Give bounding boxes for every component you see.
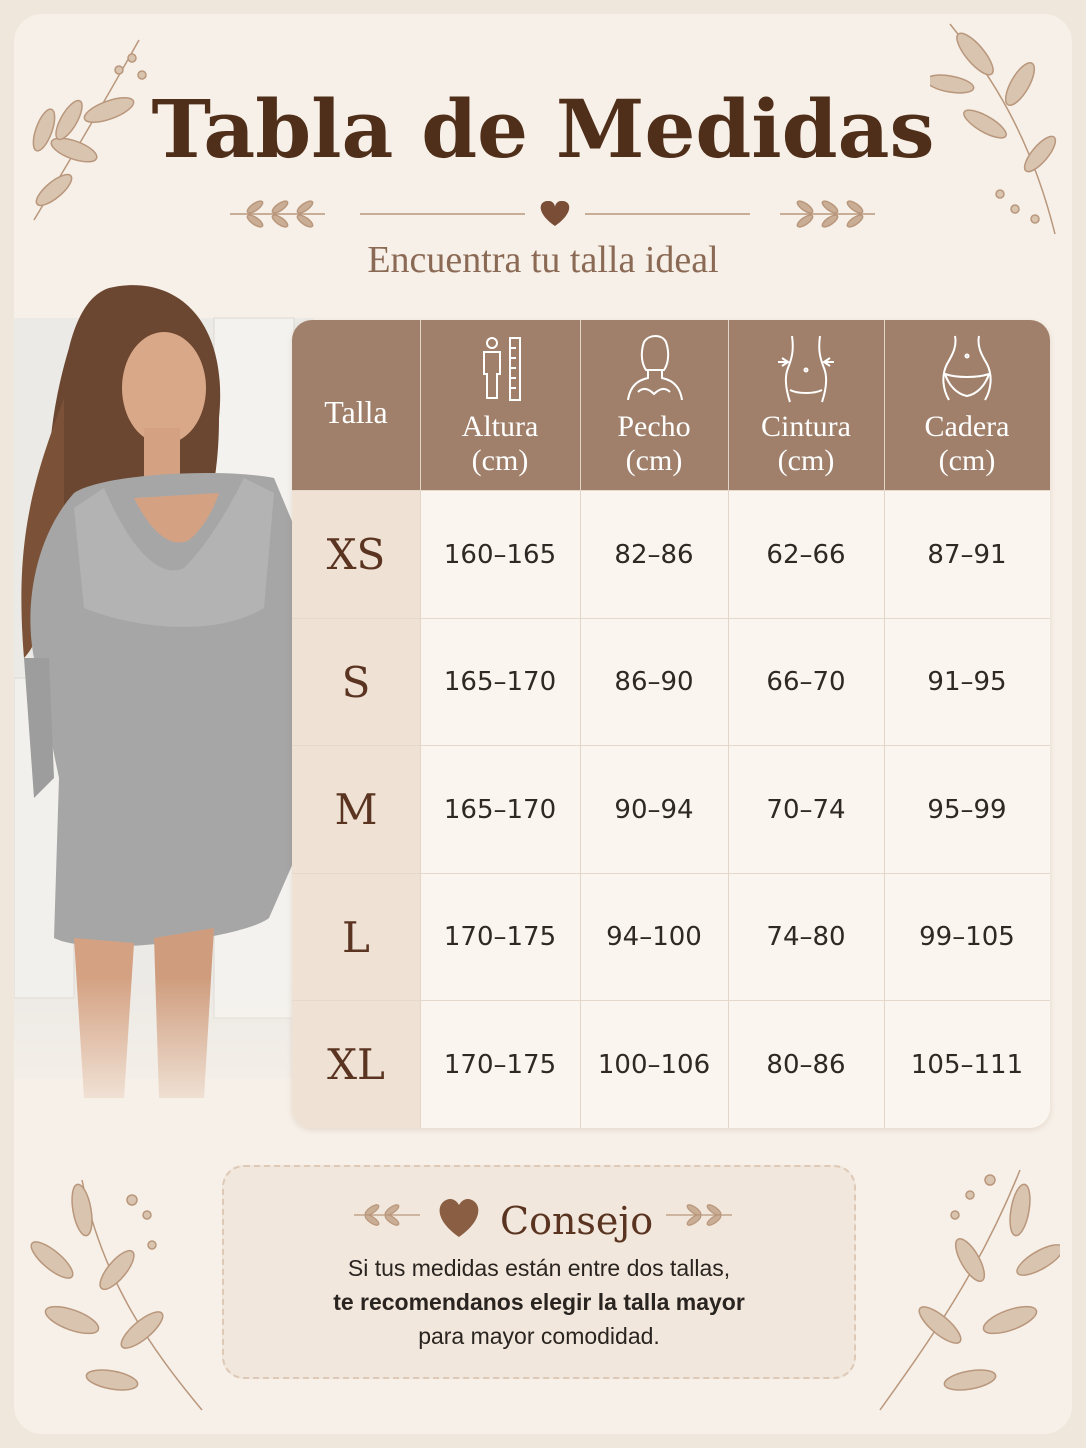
size-label: M: [292, 746, 420, 874]
cell-altura: 165–170: [443, 667, 557, 698]
title-divider: [230, 200, 875, 228]
size-label: L: [292, 873, 420, 1001]
size-table: Talla Altura (cm) Pecho (cm) Cintura (cm…: [292, 320, 1050, 1128]
cell-cintura: 74–80: [766, 922, 846, 953]
page-title: Tabla de Medidas: [151, 82, 935, 176]
cell-pecho: 86–90: [614, 667, 694, 698]
size-label: XS: [292, 491, 420, 618]
cell-pecho: 82–86: [614, 539, 694, 570]
size-label: XL: [292, 1001, 420, 1128]
tip-text-line-2: te recomendanos elegir la talla mayor: [333, 1289, 745, 1315]
model-photo: [14, 285, 314, 1128]
cell-cadera: 99–105: [919, 922, 1015, 953]
leaf-branch-bottom-right: [879, 1169, 1060, 1411]
cell-cadera: 91–95: [927, 667, 1007, 698]
table-row: S 165–170 86–90 66–70 91–95: [292, 617, 1050, 746]
cell-altura: 170–175: [443, 922, 557, 953]
column-header-cintura: Cintura (cm): [728, 320, 884, 490]
cell-altura: 160–165: [443, 539, 557, 570]
leaf-sprig-right: [666, 1204, 732, 1226]
cell-pecho: 94–100: [606, 922, 702, 953]
column-header-cadera: Cadera (cm): [884, 320, 1050, 490]
tip-title: Consejo: [500, 1199, 654, 1243]
cell-cintura: 80–86: [766, 1049, 846, 1080]
cell-cadera: 105–111: [910, 1049, 1024, 1080]
cell-pecho: 90–94: [614, 794, 694, 825]
bust-icon: [627, 335, 683, 401]
tip-text-line-3: para mayor comodidad.: [418, 1323, 660, 1349]
size-label: S: [292, 618, 420, 746]
cell-cadera: 87–91: [927, 539, 1007, 570]
cell-cintura: 70–74: [766, 794, 846, 825]
height-ruler-icon: [483, 337, 521, 401]
table-row: XL 170–175 100–106 80–86 105–111: [292, 1000, 1050, 1128]
tip-box: Consejo Si tus medidas están entre dos t…: [222, 1165, 856, 1379]
heart-icon: [540, 200, 570, 226]
waist-icon: [778, 335, 834, 403]
leaf-sprig-left: [354, 1204, 420, 1226]
leaf-branch-bottom-left: [30, 1179, 203, 1411]
hip-icon: [942, 335, 992, 401]
cell-cintura: 62–66: [766, 539, 846, 570]
cell-altura: 170–175: [443, 1049, 557, 1080]
page-subtitle: Encuentra tu talla ideal: [367, 239, 719, 281]
table-row: M 165–170 90–94 70–74 95–99: [292, 745, 1050, 874]
tip-text-line-1: Si tus medidas están entre dos tallas,: [347, 1255, 731, 1281]
cell-altura: 165–170: [443, 794, 557, 825]
cell-cadera: 95–99: [927, 794, 1007, 825]
column-header-talla: Talla: [324, 394, 388, 430]
cell-pecho: 100–106: [597, 1049, 711, 1080]
column-header-pecho: Pecho (cm): [580, 320, 728, 490]
heart-icon: [439, 1198, 479, 1237]
table-row: XS 160–165 82–86 62–66 87–91: [292, 490, 1050, 618]
table-row: L 170–175 94–100 74–80 99–105: [292, 872, 1050, 1001]
column-header-altura: Altura (cm): [420, 320, 580, 490]
cell-cintura: 66–70: [766, 667, 846, 698]
